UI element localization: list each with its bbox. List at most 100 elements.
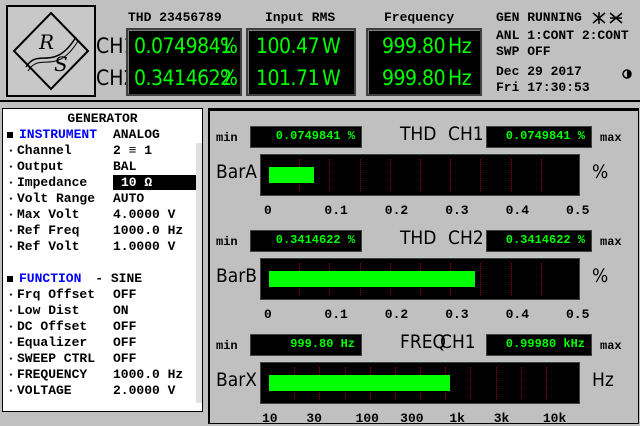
barB-tick-label: 0.1 bbox=[324, 307, 348, 322]
frequency-column-title: Frequency bbox=[384, 10, 455, 25]
sweep-status: SWP OFF bbox=[496, 44, 551, 59]
barA-tick-label: 0 bbox=[264, 203, 272, 218]
generator-panel: GENERATOR INSTRUMENT ANALOG · Channel 2 ≡ … bbox=[2, 108, 203, 412]
frequency-display[interactable]: 999.80 Hz 999.80 Hz bbox=[366, 28, 482, 96]
generator-setting-row[interactable]: · Output BAL bbox=[7, 159, 136, 174]
ch2-freq-unit: Hz bbox=[448, 66, 472, 90]
barB-tick-label: 0.2 bbox=[384, 307, 409, 322]
max-label: max bbox=[600, 339, 622, 353]
barX-title-channel: CH1 bbox=[440, 331, 476, 353]
barA-tick-label: 0.1 bbox=[324, 203, 348, 218]
ch1-thd-unit: % bbox=[220, 34, 238, 58]
generator-setting-value: AUTO bbox=[113, 191, 145, 206]
function-value: - SINE bbox=[95, 271, 143, 286]
barA-level-fill bbox=[269, 167, 315, 183]
instrument-row[interactable]: INSTRUMENT ANALOG bbox=[7, 127, 160, 142]
thd-display[interactable]: 0.0749841 % 0.3414622 % bbox=[126, 28, 242, 96]
grid-line bbox=[545, 367, 547, 399]
barX-max-value: 0.99980 kHz bbox=[505, 337, 585, 351]
row-bullet-icon: · bbox=[7, 223, 15, 238]
generator-setting-row[interactable]: · Max Volt 4.0000 V bbox=[7, 207, 175, 222]
function-setting-row[interactable]: · SWEEP CTRL OFF bbox=[7, 351, 136, 366]
ch2-rms-unit: W bbox=[322, 66, 341, 90]
function-setting-row[interactable]: · Frq Offset OFF bbox=[7, 287, 136, 302]
grid-line bbox=[495, 367, 497, 399]
row-bullet-icon: · bbox=[7, 303, 15, 318]
ch2-rms-value: 101.71 bbox=[256, 66, 320, 90]
generator-setting-label: Ref Freq bbox=[17, 223, 80, 238]
generator-setting-row[interactable]: · Volt Range AUTO bbox=[7, 191, 144, 206]
row-bullet-icon: · bbox=[7, 367, 15, 382]
grid-line bbox=[520, 367, 522, 399]
grid-line bbox=[540, 159, 542, 191]
generator-scrollbar[interactable] bbox=[196, 143, 202, 403]
function-setting-label: FREQUENCY bbox=[17, 367, 88, 382]
ch1-freq-value: 999.80 bbox=[382, 34, 446, 58]
barX-tick-label: 30 bbox=[306, 411, 322, 426]
grid-line bbox=[480, 263, 482, 295]
function-setting-value: OFF bbox=[113, 319, 137, 334]
function-setting-row[interactable]: · VOLTAGE 2.0000 V bbox=[7, 383, 175, 398]
thd-column-title: THD 23456789 bbox=[128, 10, 222, 25]
grid-line bbox=[420, 159, 421, 191]
row-bullet-icon: · bbox=[7, 143, 15, 158]
barA-title-quantity: THD bbox=[400, 123, 437, 145]
generator-setting-row[interactable]: · Channel 2 ≡ 1 bbox=[7, 143, 152, 158]
min-label: min bbox=[216, 131, 238, 145]
function-row[interactable]: FUNCTION - SINE bbox=[7, 271, 142, 286]
barX-min-display[interactable]: 999.80 Hz bbox=[250, 334, 362, 356]
function-setting-label: SWEEP CTRL bbox=[17, 351, 96, 366]
generator-setting-label: Ref Volt bbox=[17, 239, 80, 254]
section-bullet-icon bbox=[7, 275, 13, 282]
barX-tick-label: 10k bbox=[542, 411, 567, 426]
row-bullet-icon: · bbox=[7, 319, 15, 334]
generator-setting-value[interactable]: 10 Ω bbox=[113, 175, 201, 190]
barA-title-channel: CH1 bbox=[448, 123, 484, 145]
barA-max-value: 0.0749841 % bbox=[505, 129, 585, 143]
ch1-thd-value: 0.0749841 bbox=[134, 34, 232, 58]
min-label: min bbox=[216, 339, 238, 353]
generator-setting-row[interactable]: · Ref Volt 1.0000 V bbox=[7, 239, 175, 254]
function-setting-value: OFF bbox=[113, 335, 137, 350]
barB-unit: % bbox=[592, 265, 609, 287]
generator-setting-value: 4.0000 V bbox=[113, 207, 176, 222]
barX-tick-label: 10 bbox=[262, 411, 278, 426]
brightness-icon[interactable] bbox=[622, 64, 632, 83]
generator-setting-label: Max Volt bbox=[17, 207, 80, 222]
barB-title-quantity: THD bbox=[400, 227, 437, 249]
ch1-rms-value: 100.47 bbox=[256, 34, 320, 58]
row-bullet-icon: · bbox=[7, 159, 15, 174]
function-setting-value: 2.0000 V bbox=[113, 383, 176, 398]
barB-min-value: 0.3414622 % bbox=[275, 233, 355, 247]
barB-max-display[interactable]: 0.3414622 % bbox=[486, 230, 592, 252]
barX-tick-label: 3k bbox=[493, 411, 510, 426]
function-setting-label: Frq Offset bbox=[17, 287, 96, 302]
function-setting-row[interactable]: · FREQUENCY 1000.0 Hz bbox=[7, 367, 183, 382]
barA-max-display[interactable]: 0.0749841 % bbox=[486, 126, 592, 148]
row-bullet-icon: · bbox=[7, 207, 15, 222]
bargraph-panel: min 0.0749841 % THD CH1 0.0749841 % max BarA% 0… bbox=[208, 108, 639, 426]
function-setting-row[interactable]: · DC Offset OFF bbox=[7, 319, 136, 334]
barX-tick-label: 1k bbox=[449, 411, 465, 426]
function-setting-row[interactable]: · Low Dist ON bbox=[7, 303, 129, 318]
max-label: max bbox=[600, 131, 622, 145]
row-bullet-icon: · bbox=[7, 287, 15, 302]
generator-setting-row[interactable]: · Impedance 10 Ω bbox=[7, 175, 201, 190]
barX-tick-label: 300 bbox=[400, 411, 424, 426]
grid-line bbox=[480, 159, 482, 191]
generator-setting-row[interactable]: · Ref Freq 1000.0 Hz bbox=[7, 223, 183, 238]
ch2-freq-value: 999.80 bbox=[382, 66, 446, 90]
min-label: min bbox=[216, 235, 238, 249]
barA-tick-label: 0.5 bbox=[566, 203, 590, 218]
function-setting-row[interactable]: · Equalizer OFF bbox=[7, 335, 136, 350]
rms-display[interactable]: 100.47 W 101.71 W bbox=[246, 28, 356, 96]
generator-setting-label: Output bbox=[17, 159, 64, 174]
generator-setting-value: BAL bbox=[113, 159, 137, 174]
analyzer-status: ANL 1:CONT 2:CONT bbox=[496, 28, 629, 43]
barX-max-display[interactable]: 0.99980 kHz bbox=[486, 334, 592, 356]
barB-name: BarB bbox=[216, 265, 257, 287]
barA-min-display[interactable]: 0.0749841 % bbox=[250, 126, 362, 148]
barB-min-display[interactable]: 0.3414622 % bbox=[250, 230, 362, 252]
barX-tick-label: 100 bbox=[355, 411, 379, 426]
row-bullet-icon: · bbox=[7, 351, 15, 366]
